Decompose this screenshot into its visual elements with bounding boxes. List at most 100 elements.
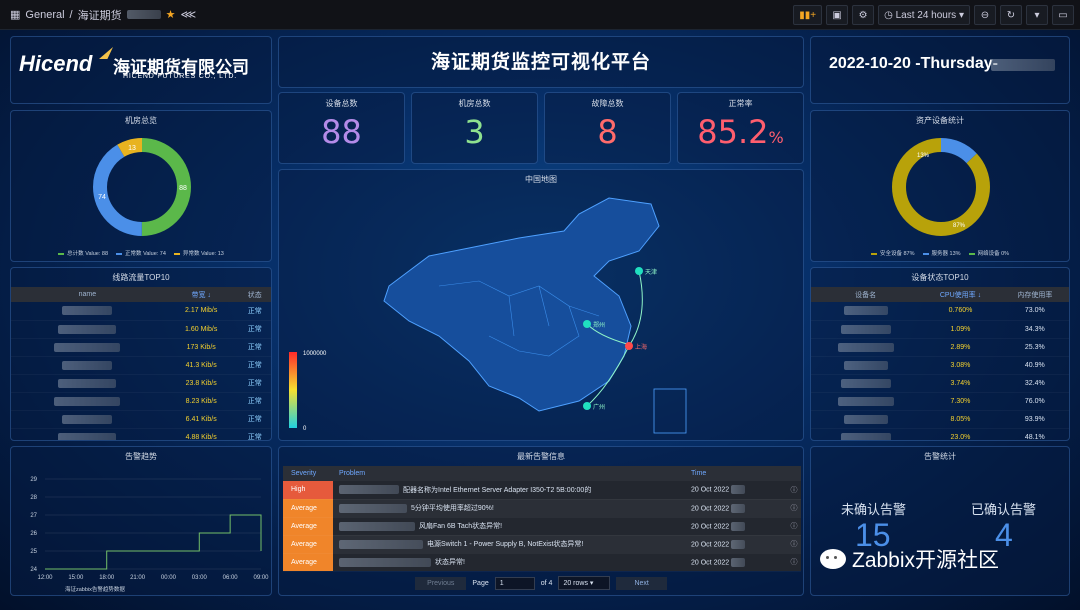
dashboard-name[interactable]: 海证期货 xyxy=(78,7,122,23)
cell-name xyxy=(11,320,164,339)
add-panel-button[interactable]: ▮▮+ xyxy=(793,5,823,25)
logo-panel: Hicend 海证期货有限公司 HICEND FUTURES CO., LTD. xyxy=(10,36,272,104)
stat-device-total: 设备总数 88 xyxy=(278,92,405,164)
x-tick-label: 00:00 xyxy=(161,575,177,581)
time-range-picker[interactable]: ◷ Last 24 hours ▾ xyxy=(878,5,970,25)
trend-legend[interactable]: 海证zabbix告警趋势数据 xyxy=(65,585,125,593)
table-row[interactable]: 173 Kib/s 正常 xyxy=(11,338,271,357)
prev-button[interactable]: Previous xyxy=(415,576,467,590)
col-header[interactable]: 状态 xyxy=(238,287,271,302)
col-header[interactable]: 内存使用率 xyxy=(1000,287,1069,302)
severity-cell: Average xyxy=(283,553,333,572)
table-row[interactable]: 3.08% 40.9% xyxy=(811,356,1069,375)
table-row[interactable]: 6.41 Kib/s 正常 xyxy=(11,410,271,429)
info-icon[interactable]: ⓘ xyxy=(787,535,801,554)
cell-cpu: 8.05% xyxy=(920,410,1001,429)
table-row[interactable]: 1.09% 34.3% xyxy=(811,320,1069,339)
brand-name-en: Hicend xyxy=(19,51,93,76)
date-panel: 2022-10-20 -Thursday- xyxy=(810,36,1070,104)
refresh-interval-dropdown[interactable]: ▾ xyxy=(1026,5,1048,25)
table-row[interactable]: 0.760% 73.0% xyxy=(811,302,1069,321)
x-tick-label: 03:00 xyxy=(192,575,208,581)
alert-row[interactable]: Average 状态异常! 20 Oct 2022 ⓘ xyxy=(283,553,801,572)
cell-mem: 93.9% xyxy=(1000,410,1069,429)
grid-icon[interactable]: ▦ xyxy=(10,8,20,21)
table-row[interactable]: 3.74% 32.4% xyxy=(811,374,1069,393)
top-bar: ▦ General / 海证期货 ★ ⋘ ▮▮+ ▣ ⚙ ◷ Last 24 h… xyxy=(0,0,1080,30)
table-row[interactable]: 2.17 Mib/s 正常 xyxy=(11,302,271,321)
table-row[interactable]: 8.05% 93.9% xyxy=(811,410,1069,429)
refresh-icon[interactable]: ↻ xyxy=(1000,5,1022,25)
col-header[interactable]: 设备名 xyxy=(811,287,921,302)
zoom-out-icon[interactable]: ⊖ xyxy=(974,5,996,25)
cell-name xyxy=(11,374,164,393)
legend-item[interactable]: 正常数 Value: 74 xyxy=(116,249,166,257)
share-icon[interactable]: ⋘ xyxy=(180,8,196,21)
traffic-table: name 带宽 ↓ 状态 2.17 Mib/s 正常 1.60 Mib/s 正常 173… xyxy=(11,287,271,440)
page-label: Page xyxy=(472,579,489,587)
cell-device-name xyxy=(811,320,921,339)
col-header[interactable]: Time xyxy=(691,466,787,481)
stat-room-total: 机房总数 3 xyxy=(411,92,538,164)
tv-mode-icon[interactable]: ▭ xyxy=(1052,5,1074,25)
stat-fault-total: 故障总数 8 xyxy=(544,92,671,164)
table-row[interactable]: 8.23 Kib/s 正常 xyxy=(11,392,271,411)
redacted-weekday xyxy=(991,59,1055,71)
page-input[interactable]: 1 xyxy=(494,576,535,590)
panel-title: 设备状态TOP10 xyxy=(911,273,969,282)
city-marker-shanghai[interactable] xyxy=(625,342,633,350)
table-row[interactable]: 23.0% 48.1% xyxy=(811,428,1069,440)
city-marker-tianjin[interactable] xyxy=(635,267,643,275)
time-cell: 20 Oct 2022 xyxy=(691,535,787,554)
time-cell: 20 Oct 2022 xyxy=(691,499,787,518)
x-tick-label: 15:00 xyxy=(68,575,84,581)
folder-link[interactable]: General xyxy=(25,9,64,21)
table-row[interactable]: 23.8 Kib/s 正常 xyxy=(11,374,271,393)
y-tick-label: 29 xyxy=(30,477,37,483)
legend-item[interactable]: 服务器 13% xyxy=(922,249,961,257)
legend-item[interactable]: 安全设备 87% xyxy=(870,249,915,257)
info-icon[interactable]: ⓘ xyxy=(787,553,801,572)
cell-bandwidth: 8.23 Kib/s xyxy=(163,392,239,411)
info-icon[interactable]: ⓘ xyxy=(787,517,801,536)
col-header[interactable]: Severity xyxy=(283,466,333,481)
table-row[interactable]: 7.30% 76.0% xyxy=(811,392,1069,411)
star-icon[interactable]: ★ xyxy=(166,8,176,21)
pagination: Previous Page 1 of 4 20 rows ▾ Next xyxy=(279,576,803,590)
trend-series-line xyxy=(45,514,262,570)
cell-bandwidth: 2.17 Mib/s xyxy=(163,302,239,321)
alert-row[interactable]: Average 5分钟平均使用率超过90%! 20 Oct 2022 ⓘ xyxy=(283,499,801,518)
col-header[interactable]: Problem xyxy=(333,466,691,481)
next-button[interactable]: Next xyxy=(616,576,667,590)
cell-mem: 48.1% xyxy=(1000,428,1069,440)
time-cell: 20 Oct 2022 xyxy=(691,517,787,536)
city-marker-zhengzhou[interactable] xyxy=(583,320,591,328)
table-row[interactable]: 4.88 Kib/s 正常 xyxy=(11,428,271,440)
legend-item[interactable]: 总计数 Value: 88 xyxy=(58,249,108,257)
table-row[interactable]: 2.89% 25.3% xyxy=(811,338,1069,357)
legend-item[interactable]: 异常数 Value: 13 xyxy=(173,249,224,257)
cell-status: 正常 xyxy=(238,302,271,321)
stat-unit: % xyxy=(768,128,784,147)
gear-icon[interactable]: ⚙ xyxy=(852,5,875,25)
col-header[interactable]: 带宽 ↓ xyxy=(163,287,239,302)
visual-map-scale[interactable] xyxy=(289,352,297,428)
info-icon[interactable]: ⓘ xyxy=(787,481,801,500)
info-icon[interactable]: ⓘ xyxy=(787,499,801,518)
latest-alerts-panel: 最新告警信息 Severity Problem Time High 配器名称为In… xyxy=(278,446,804,596)
alert-row[interactable]: Average 风扇Fan 6B Tach状态异常! 20 Oct 2022 ⓘ xyxy=(283,517,801,536)
rows-select[interactable]: 20 rows ▾ xyxy=(558,576,611,590)
legend-item[interactable]: 网络设备 0% xyxy=(968,249,1009,257)
alert-row[interactable]: Average 电源Switch 1 - Power Supply B, NotE… xyxy=(283,535,801,554)
ack-label: 已确认告警 xyxy=(971,502,1037,517)
col-header[interactable]: name xyxy=(11,287,164,302)
city-marker-guangzhou[interactable] xyxy=(583,402,591,410)
save-icon[interactable]: ▣ xyxy=(826,5,849,25)
cell-device-name xyxy=(811,302,921,321)
alert-row[interactable]: High 配器名称为Intel Ethernet Server Adapter I… xyxy=(283,481,801,500)
y-tick-label: 28 xyxy=(30,495,37,501)
table-row[interactable]: 41.3 Kib/s 正常 xyxy=(11,356,271,375)
table-row[interactable]: 1.60 Mib/s 正常 xyxy=(11,320,271,339)
col-header[interactable]: CPU使用率 ↓ xyxy=(920,287,1001,302)
cell-device-name xyxy=(811,410,921,429)
